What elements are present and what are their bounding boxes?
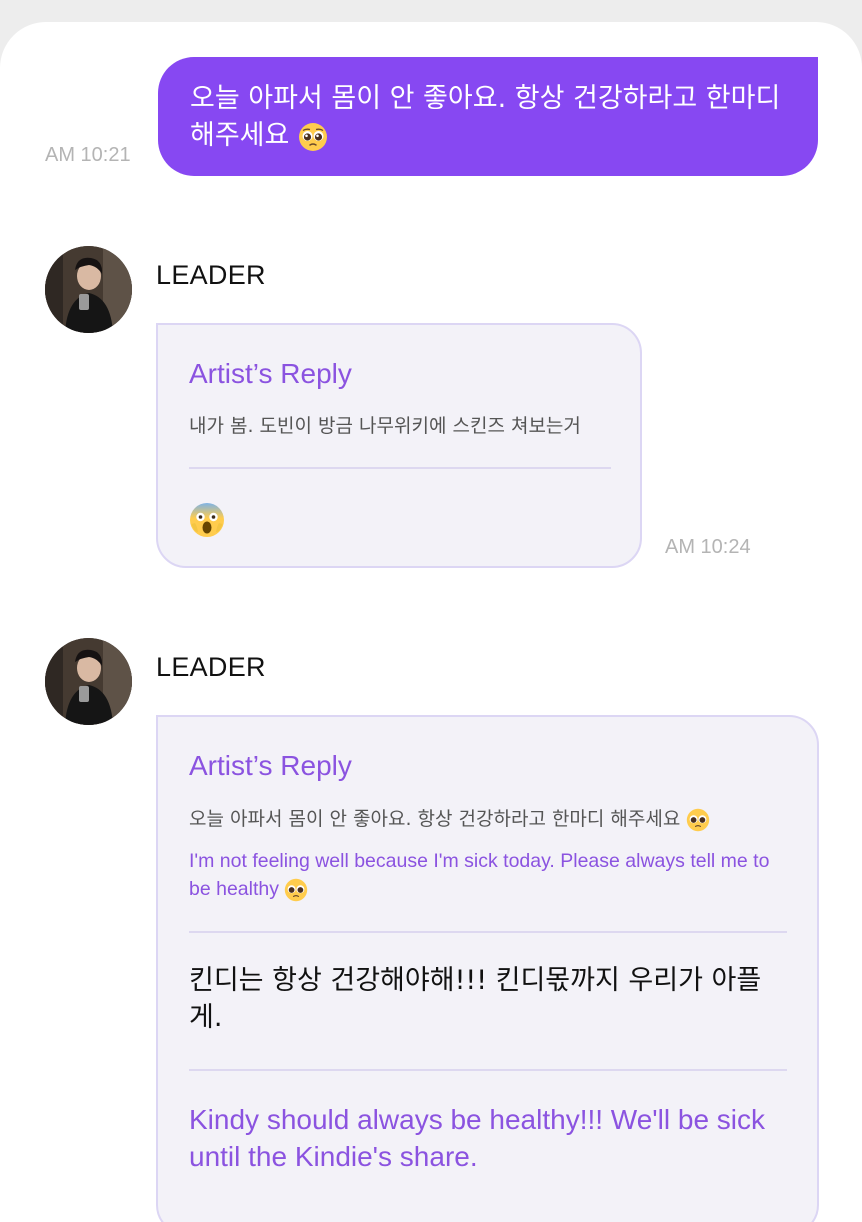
sent-message-text: 오늘 아파서 몸이 안 좋아요. 항상 건강하라고 한마디 해주세요 [190,83,781,151]
artist-reply-card[interactable]: Artist’s Reply 내가 봄. 도빈이 방금 나무위키에 스킨즈 쳐보… [156,323,642,568]
reply-title: Artist’s Reply [189,750,352,781]
sent-message-bubble[interactable]: 오늘 아파서 몸이 안 좋아요. 항상 건강하라고 한마디 해주세요 [158,57,818,176]
artist-reply-text: 킨디는 항상 건강해야해!!! 킨디몫까지 우리가 아플게. [189,965,762,1033]
artist-reply-card[interactable]: Artist’s Reply 오늘 아파서 몸이 안 좋아요. 항상 건강하라고… [156,715,819,1222]
sender-name: LEADER [156,260,266,290]
pleading-face-icon [285,878,308,902]
sender-name: LEADER [156,652,266,682]
screaming-face-icon [190,503,224,537]
original-message-text: 내가 봄. 도빈이 방금 나무위키에 스킨즈 쳐보는거 [189,415,581,437]
pleading-face-icon [687,808,710,831]
original-translation-text: I'm not feeling well because I'm sick to… [189,850,770,900]
chat-screen: AM 10:21 오늘 아파서 몸이 안 좋아요. 항상 건강하라고 한마디 해… [0,22,862,1222]
original-message-translation: I'm not feeling well because I'm sick to… [189,847,779,903]
artist-avatar[interactable] [45,246,132,333]
sent-message-time: AM 10:21 [45,144,131,166]
reply-divider [189,931,787,933]
avatar-photo [45,246,132,333]
reply-title: Artist’s Reply [189,358,352,389]
original-message: 오늘 아파서 몸이 안 좋아요. 항상 건강하라고 한마디 해주세요 [189,804,710,832]
reply-divider [189,1069,787,1071]
artist-reply-translation: Kindy should always be healthy!!! We'll … [189,1104,766,1172]
original-message-text: 오늘 아파서 몸이 안 좋아요. 항상 건강하라고 한마디 해주세요 [189,808,681,830]
pleading-face-icon [298,122,327,151]
artist-avatar[interactable] [45,638,132,725]
reply-time: AM 10:24 [665,536,751,558]
avatar-photo [45,638,132,725]
reply-divider [189,467,611,469]
